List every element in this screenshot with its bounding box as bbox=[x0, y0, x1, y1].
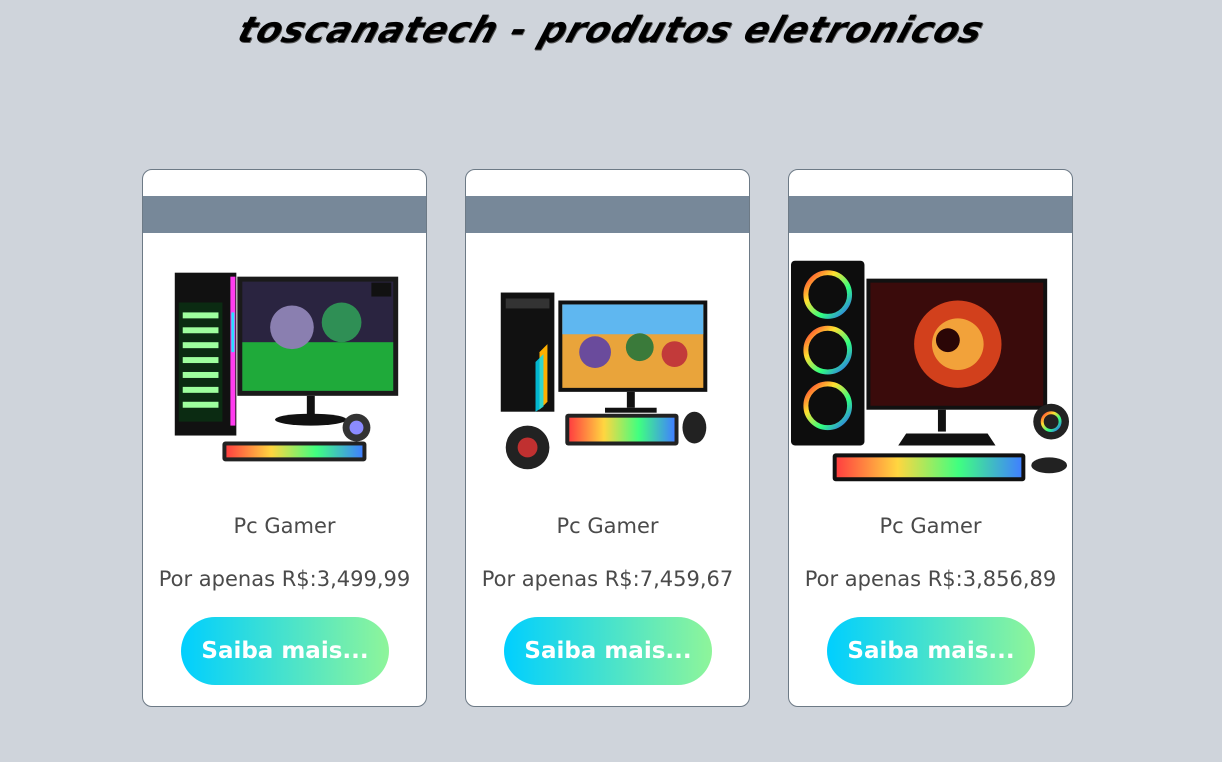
more-info-button[interactable]: Saiba mais... bbox=[181, 617, 389, 685]
page-title: toscanatech - produtos eletronicos bbox=[232, 10, 990, 51]
product-image bbox=[143, 252, 426, 488]
more-info-button[interactable]: Saiba mais... bbox=[827, 617, 1035, 685]
gaming-pc-image bbox=[500, 292, 708, 470]
product-image bbox=[789, 252, 1072, 488]
product-name: Pc Gamer bbox=[879, 514, 982, 538]
product-card: Pc Gamer Por apenas R$:3,856,89 Saiba ma… bbox=[788, 169, 1073, 707]
card-header-band bbox=[143, 196, 426, 233]
product-price: Por apenas R$:3,856,89 bbox=[804, 567, 1057, 591]
product-card: Pc Gamer Por apenas R$:7,459,67 Saiba ma… bbox=[465, 169, 750, 707]
card-header-band bbox=[466, 196, 749, 233]
more-info-button[interactable]: Saiba mais... bbox=[504, 617, 712, 685]
product-image bbox=[466, 252, 749, 488]
product-name: Pc Gamer bbox=[556, 514, 659, 538]
gaming-pc-image bbox=[790, 260, 1070, 482]
gaming-pc-image bbox=[174, 272, 399, 462]
product-grid: Pc Gamer Por apenas R$:3,499,99 Saiba ma… bbox=[142, 169, 1073, 707]
product-price: Por apenas R$:3,499,99 bbox=[158, 567, 411, 591]
card-header-band bbox=[789, 196, 1072, 233]
product-card: Pc Gamer Por apenas R$:3,499,99 Saiba ma… bbox=[142, 169, 427, 707]
product-price: Por apenas R$:7,459,67 bbox=[481, 567, 734, 591]
product-name: Pc Gamer bbox=[233, 514, 336, 538]
